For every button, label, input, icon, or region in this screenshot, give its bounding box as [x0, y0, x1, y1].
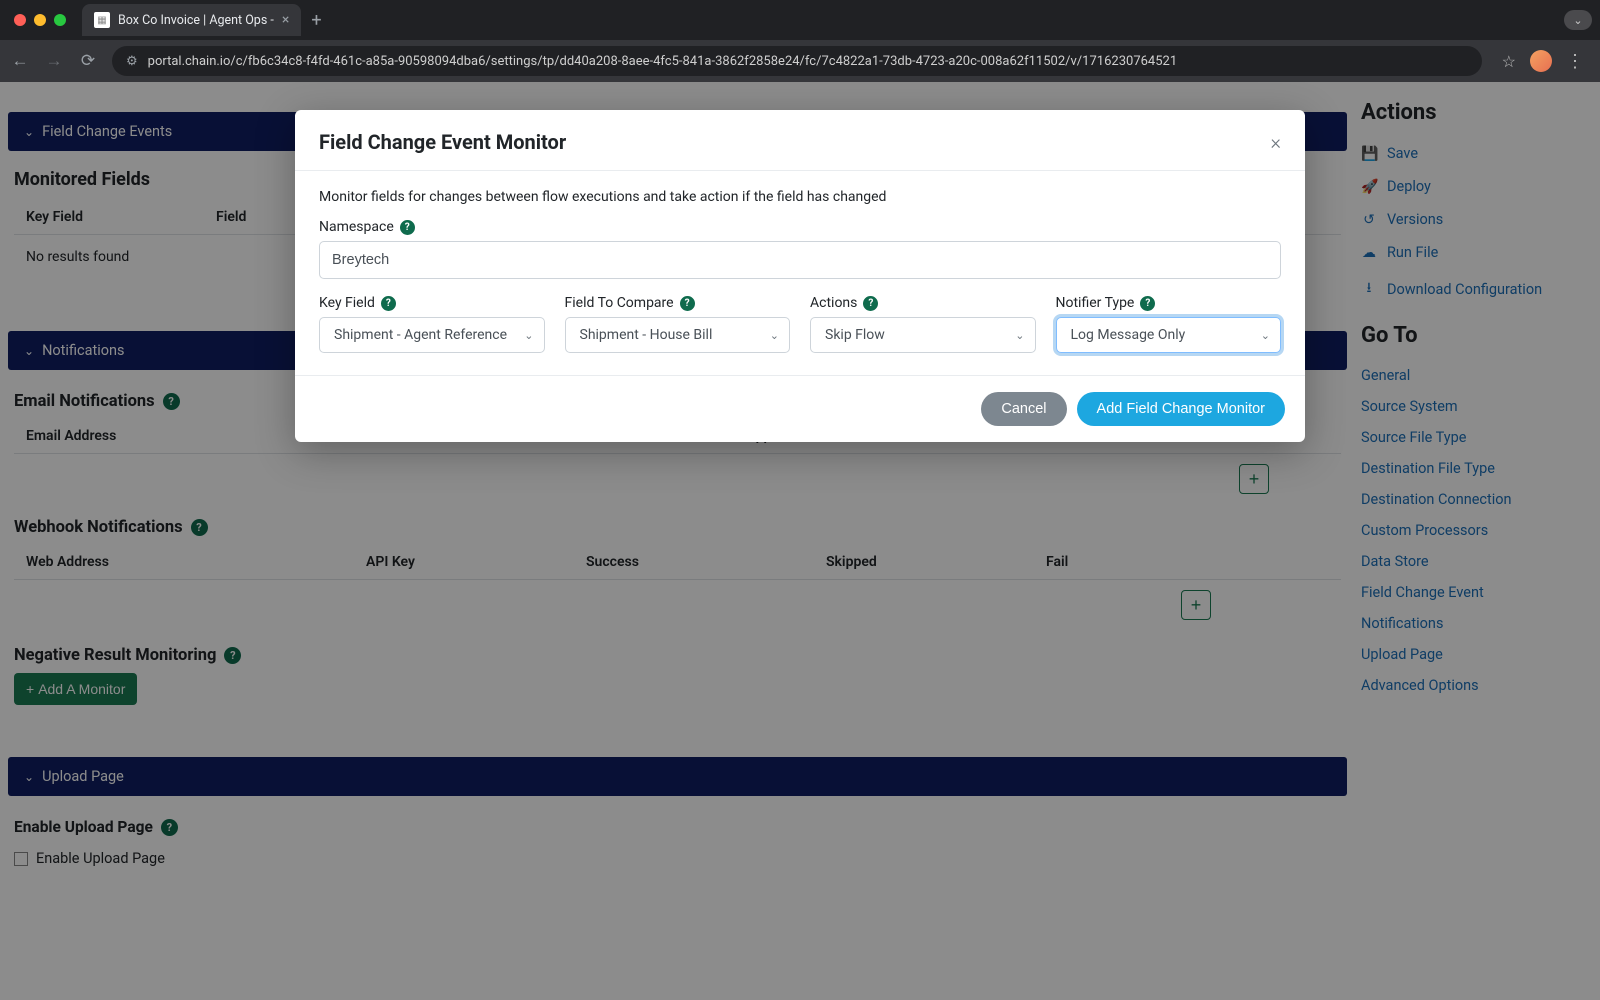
- window-controls: [8, 14, 82, 26]
- actions-select[interactable]: Skip Flow ⌄: [810, 317, 1036, 353]
- help-icon[interactable]: ?: [1140, 296, 1155, 311]
- notifier-value: Log Message Only: [1071, 327, 1186, 343]
- compare-label: Field To Compare: [565, 295, 674, 311]
- help-icon[interactable]: ?: [680, 296, 695, 311]
- tab-title: Box Co Invoice | Agent Ops -: [118, 13, 274, 28]
- actions-value: Skip Flow: [825, 327, 885, 343]
- url-text: portal.chain.io/c/fb6c34c8-f4fd-461c-a85…: [148, 54, 1178, 69]
- help-icon[interactable]: ?: [400, 220, 415, 235]
- modal-close-icon[interactable]: ×: [1271, 130, 1281, 154]
- browser-tab-strip: ▦ Box Co Invoice | Agent Ops - × + ⌄: [0, 0, 1600, 40]
- help-icon[interactable]: ?: [381, 296, 396, 311]
- actions-label: Actions: [810, 295, 857, 311]
- modal-description: Monitor fields for changes between flow …: [319, 189, 1281, 205]
- back-button[interactable]: ←: [10, 51, 30, 71]
- bookmark-icon[interactable]: ☆: [1502, 52, 1516, 71]
- page: ⌄ Field Change Events Monitored Fields K…: [0, 82, 1600, 1000]
- cancel-button[interactable]: Cancel: [981, 392, 1066, 426]
- address-bar[interactable]: ⚙ portal.chain.io/c/fb6c34c8-f4fd-461c-a…: [112, 46, 1482, 76]
- browser-menu-icon[interactable]: ⋮: [1566, 51, 1584, 72]
- close-window-icon[interactable]: [14, 14, 26, 26]
- key-field-select[interactable]: Shipment - Agent Reference ⌄: [319, 317, 545, 353]
- chevron-down-icon: ⌄: [770, 329, 779, 342]
- key-field-value: Shipment - Agent Reference: [334, 327, 507, 343]
- notifier-type-select[interactable]: Log Message Only ⌄: [1056, 317, 1282, 353]
- modal-overlay: Field Change Event Monitor × Monitor fie…: [0, 82, 1600, 1000]
- help-icon[interactable]: ?: [863, 296, 878, 311]
- notifier-label: Notifier Type: [1056, 295, 1135, 311]
- maximize-window-icon[interactable]: [54, 14, 66, 26]
- reload-button[interactable]: ⟳: [78, 51, 98, 71]
- field-to-compare-select[interactable]: Shipment - House Bill ⌄: [565, 317, 791, 353]
- namespace-input[interactable]: [319, 241, 1281, 279]
- browser-window: ▦ Box Co Invoice | Agent Ops - × + ⌄ ← →…: [0, 0, 1600, 1000]
- compare-value: Shipment - House Bill: [580, 327, 713, 343]
- field-change-monitor-modal: Field Change Event Monitor × Monitor fie…: [295, 110, 1305, 442]
- chevron-down-icon: ⌄: [524, 329, 533, 342]
- site-settings-icon[interactable]: ⚙: [126, 54, 138, 69]
- add-field-change-monitor-button[interactable]: Add Field Change Monitor: [1077, 392, 1285, 426]
- minimize-window-icon[interactable]: [34, 14, 46, 26]
- tab-close-icon[interactable]: ×: [282, 12, 289, 28]
- profile-avatar[interactable]: [1530, 50, 1552, 72]
- key-field-label: Key Field: [319, 295, 375, 311]
- namespace-label: Namespace: [319, 219, 394, 235]
- tab-overflow-button[interactable]: ⌄: [1564, 10, 1592, 30]
- new-tab-button[interactable]: +: [301, 10, 331, 31]
- forward-button[interactable]: →: [44, 51, 64, 71]
- chevron-down-icon: ⌄: [1261, 329, 1270, 342]
- browser-toolbar: ← → ⟳ ⚙ portal.chain.io/c/fb6c34c8-f4fd-…: [0, 40, 1600, 82]
- chevron-down-icon: ⌄: [1015, 329, 1024, 342]
- modal-title: Field Change Event Monitor: [319, 130, 566, 154]
- browser-tab[interactable]: ▦ Box Co Invoice | Agent Ops - ×: [82, 4, 301, 36]
- tab-favicon-icon: ▦: [94, 12, 110, 28]
